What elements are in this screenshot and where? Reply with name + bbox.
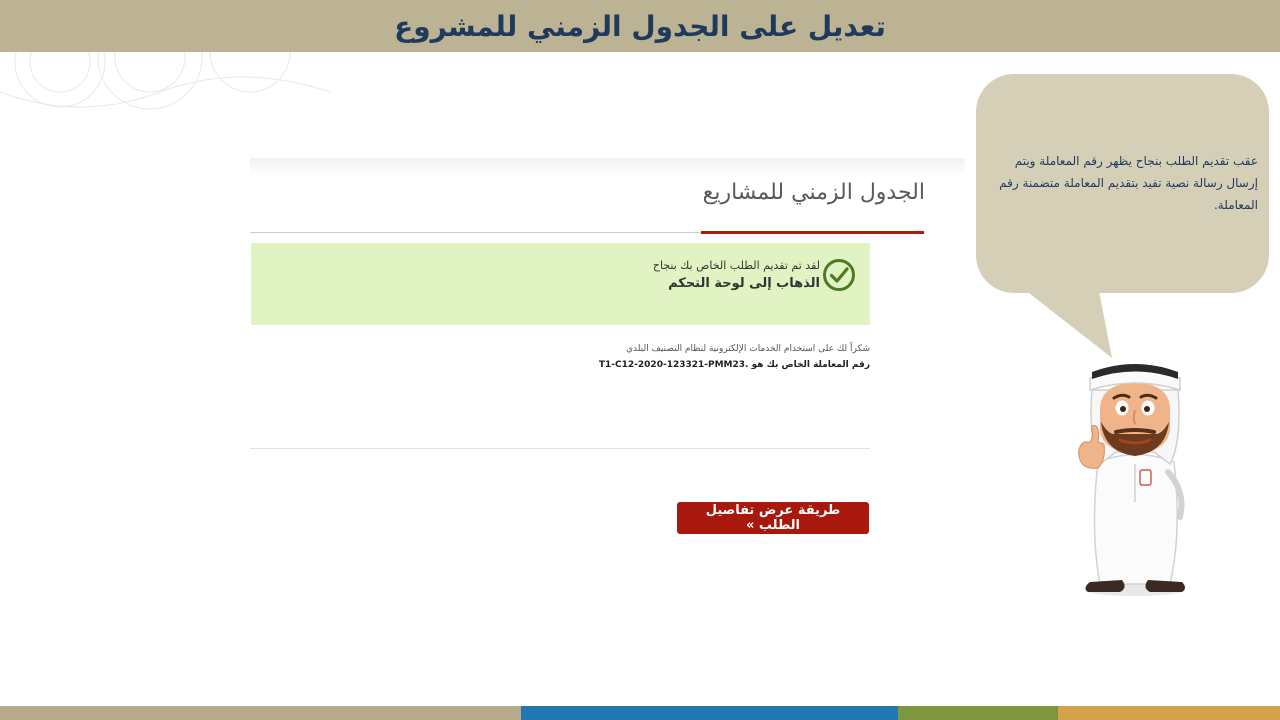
- mascot-character: [1078, 364, 1185, 596]
- callout-text: عقب تقديم الطلب بنجاح يظهر رقم المعاملة …: [999, 154, 1258, 212]
- footer-segment-gold: [1058, 706, 1280, 720]
- success-text: لقد تم تقديم الطلب الخاص بك بنجاح الذهاب…: [560, 258, 820, 294]
- speech-bubble-tail: [1020, 286, 1112, 358]
- header-banner: تعديل على الجدول الزمني للمشروع: [0, 0, 1280, 52]
- transaction-number: T1-C12-2020-123321-PMM23.: [598, 360, 749, 370]
- content-top-shadow: [250, 158, 965, 176]
- footer-segment-green: [898, 706, 1058, 720]
- heading-underline: [701, 231, 924, 234]
- footer-segment-blue: [521, 706, 898, 720]
- content-divider: [250, 448, 870, 449]
- transaction-label: رقم المعاملة الخاص بك هو: [751, 360, 870, 370]
- slide-title: تعديل على الجدول الزمني للمشروع: [394, 9, 886, 43]
- dashboard-link[interactable]: الذهاب إلى لوحة التحكم: [560, 274, 820, 294]
- success-message: لقد تم تقديم الطلب الخاص بك بنجاح: [652, 259, 820, 272]
- footer-color-bar: [0, 706, 1280, 720]
- view-request-details-button[interactable]: طريقة عرض تفاصيل الطلب »: [677, 502, 869, 534]
- decorative-pattern: [0, 52, 330, 110]
- page-heading: الجدول الزمني للمشاريع: [702, 180, 925, 205]
- thanks-text: شكراً لك على استخدام الخدمات الإلكترونية…: [625, 344, 870, 354]
- transaction-line: رقم المعاملة الخاص بك هو T1-C12-2020-123…: [500, 360, 870, 370]
- footer-segment-tan: [0, 706, 521, 720]
- check-circle-icon: [823, 259, 855, 291]
